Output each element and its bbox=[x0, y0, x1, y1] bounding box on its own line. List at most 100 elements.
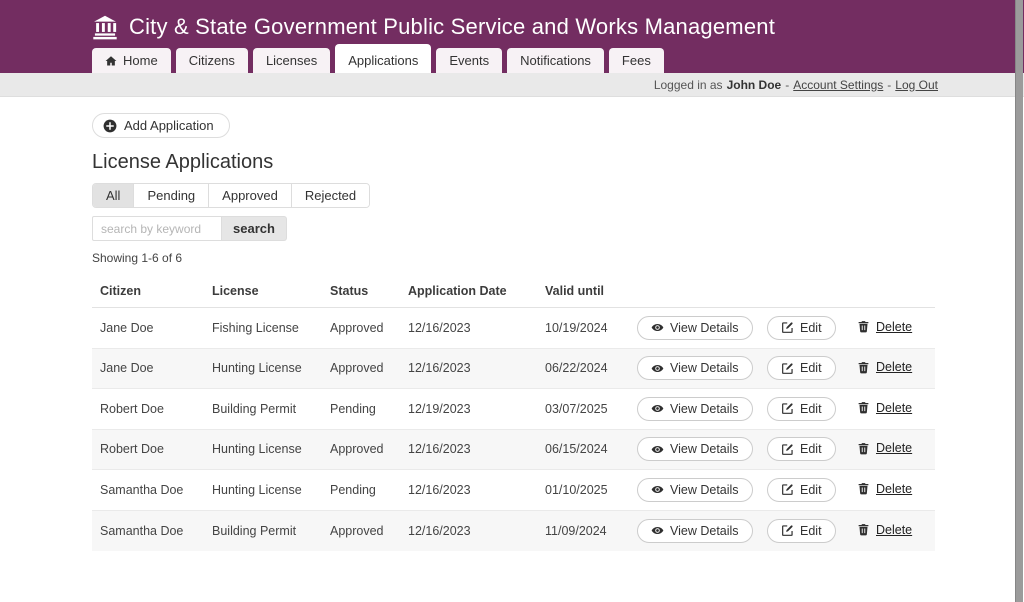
tab-label: Licenses bbox=[266, 53, 317, 68]
delete-link[interactable]: Delete bbox=[857, 441, 912, 455]
cell-status: Approved bbox=[330, 361, 408, 375]
delete-label: Delete bbox=[876, 523, 912, 537]
eye-icon bbox=[651, 483, 664, 496]
delete-link[interactable]: Delete bbox=[857, 360, 912, 374]
status-filter-group: All Pending Approved Rejected bbox=[92, 183, 370, 208]
app-title: City & State Government Public Service a… bbox=[129, 14, 775, 40]
view-details-label: View Details bbox=[670, 442, 739, 456]
table-body: Jane Doe Fishing License Approved 12/16/… bbox=[92, 308, 935, 551]
edit-label: Edit bbox=[800, 483, 822, 497]
add-application-button[interactable]: Add Application bbox=[92, 113, 230, 138]
eye-icon bbox=[651, 362, 664, 375]
edit-label: Edit bbox=[800, 402, 822, 416]
edit-icon bbox=[781, 321, 794, 334]
edit-button[interactable]: Edit bbox=[767, 478, 836, 502]
cell-application-date: 12/16/2023 bbox=[408, 361, 545, 375]
table-row: Robert Doe Building Permit Pending 12/19… bbox=[92, 389, 935, 430]
delete-label: Delete bbox=[876, 401, 912, 415]
edit-button[interactable]: Edit bbox=[767, 519, 836, 543]
delete-label: Delete bbox=[876, 441, 912, 455]
view-details-button[interactable]: View Details bbox=[637, 356, 753, 380]
edit-icon bbox=[781, 402, 794, 415]
filter-pending[interactable]: Pending bbox=[133, 184, 208, 207]
column-header-license: License bbox=[212, 284, 330, 298]
edit-label: Edit bbox=[800, 524, 822, 538]
results-summary: Showing 1-6 of 6 bbox=[92, 251, 1024, 265]
cell-license: Hunting License bbox=[212, 483, 330, 497]
account-settings-link[interactable]: Account Settings bbox=[793, 78, 883, 92]
cell-status: Pending bbox=[330, 483, 408, 497]
eye-icon bbox=[651, 443, 664, 456]
view-details-button[interactable]: View Details bbox=[637, 437, 753, 461]
edit-button[interactable]: Edit bbox=[767, 437, 836, 461]
trash-icon bbox=[857, 320, 870, 333]
tab-citizens[interactable]: Citizens bbox=[176, 48, 248, 73]
cell-valid-until: 06/22/2024 bbox=[545, 361, 637, 375]
tab-label: Notifications bbox=[520, 53, 591, 68]
tab-licenses[interactable]: Licenses bbox=[253, 48, 330, 73]
tab-fees[interactable]: Fees bbox=[609, 48, 664, 73]
column-header-citizen: Citizen bbox=[100, 284, 212, 298]
edit-button[interactable]: Edit bbox=[767, 397, 836, 421]
view-details-button[interactable]: View Details bbox=[637, 519, 753, 543]
view-details-label: View Details bbox=[670, 402, 739, 416]
edit-button[interactable]: Edit bbox=[767, 316, 836, 340]
search-input[interactable] bbox=[92, 216, 222, 241]
delete-link[interactable]: Delete bbox=[857, 320, 912, 334]
delete-link[interactable]: Delete bbox=[857, 482, 912, 496]
cell-citizen: Samantha Doe bbox=[100, 524, 212, 538]
edit-button[interactable]: Edit bbox=[767, 356, 836, 380]
plus-circle-icon bbox=[103, 119, 117, 133]
masthead: City & State Government Public Service a… bbox=[0, 0, 1024, 73]
page: City & State Government Public Service a… bbox=[0, 0, 1024, 602]
tab-label: Fees bbox=[622, 53, 651, 68]
table-row: Jane Doe Fishing License Approved 12/16/… bbox=[92, 308, 935, 349]
nav-tabs: Home Citizens Licenses Applications Even… bbox=[92, 44, 664, 73]
filter-rejected[interactable]: Rejected bbox=[291, 184, 369, 207]
view-details-label: View Details bbox=[670, 524, 739, 538]
delete-label: Delete bbox=[876, 360, 912, 374]
scrollbar-track[interactable] bbox=[1015, 0, 1023, 602]
username: John Doe bbox=[727, 78, 782, 92]
cell-status: Pending bbox=[330, 402, 408, 416]
cell-license: Fishing License bbox=[212, 321, 330, 335]
eye-icon bbox=[651, 321, 664, 334]
column-header-valid-until: Valid until bbox=[545, 284, 637, 298]
edit-icon bbox=[781, 483, 794, 496]
tab-label: Citizens bbox=[189, 53, 235, 68]
tab-applications[interactable]: Applications bbox=[335, 44, 431, 73]
tab-notifications[interactable]: Notifications bbox=[507, 48, 604, 73]
cell-status: Approved bbox=[330, 524, 408, 538]
filter-approved[interactable]: Approved bbox=[208, 184, 291, 207]
trash-icon bbox=[857, 401, 870, 414]
cell-valid-until: 06/15/2024 bbox=[545, 442, 637, 456]
cell-application-date: 12/19/2023 bbox=[408, 402, 545, 416]
cell-license: Hunting License bbox=[212, 442, 330, 456]
trash-icon bbox=[857, 482, 870, 495]
table-row: Jane Doe Hunting License Approved 12/16/… bbox=[92, 349, 935, 390]
tab-label: Applications bbox=[348, 53, 418, 68]
user-bar: Logged in as John Doe - Account Settings… bbox=[0, 73, 1024, 97]
scrollbar-thumb[interactable] bbox=[1015, 0, 1023, 602]
view-details-button[interactable]: View Details bbox=[637, 316, 753, 340]
view-details-button[interactable]: View Details bbox=[637, 397, 753, 421]
cell-citizen: Jane Doe bbox=[100, 321, 212, 335]
cell-status: Approved bbox=[330, 321, 408, 335]
brand: City & State Government Public Service a… bbox=[0, 0, 1024, 40]
search-button[interactable]: search bbox=[222, 216, 287, 241]
filter-all[interactable]: All bbox=[93, 184, 133, 207]
separator: - bbox=[887, 78, 891, 92]
column-header-application-date: Application Date bbox=[408, 284, 545, 298]
search-row: search bbox=[92, 216, 1024, 241]
logout-link[interactable]: Log Out bbox=[895, 78, 938, 92]
edit-label: Edit bbox=[800, 361, 822, 375]
delete-link[interactable]: Delete bbox=[857, 401, 912, 415]
home-icon bbox=[105, 55, 117, 67]
tab-events[interactable]: Events bbox=[436, 48, 502, 73]
cell-application-date: 12/16/2023 bbox=[408, 442, 545, 456]
cell-citizen: Samantha Doe bbox=[100, 483, 212, 497]
view-details-button[interactable]: View Details bbox=[637, 478, 753, 502]
cell-citizen: Robert Doe bbox=[100, 402, 212, 416]
tab-home[interactable]: Home bbox=[92, 48, 171, 73]
delete-link[interactable]: Delete bbox=[857, 523, 912, 537]
